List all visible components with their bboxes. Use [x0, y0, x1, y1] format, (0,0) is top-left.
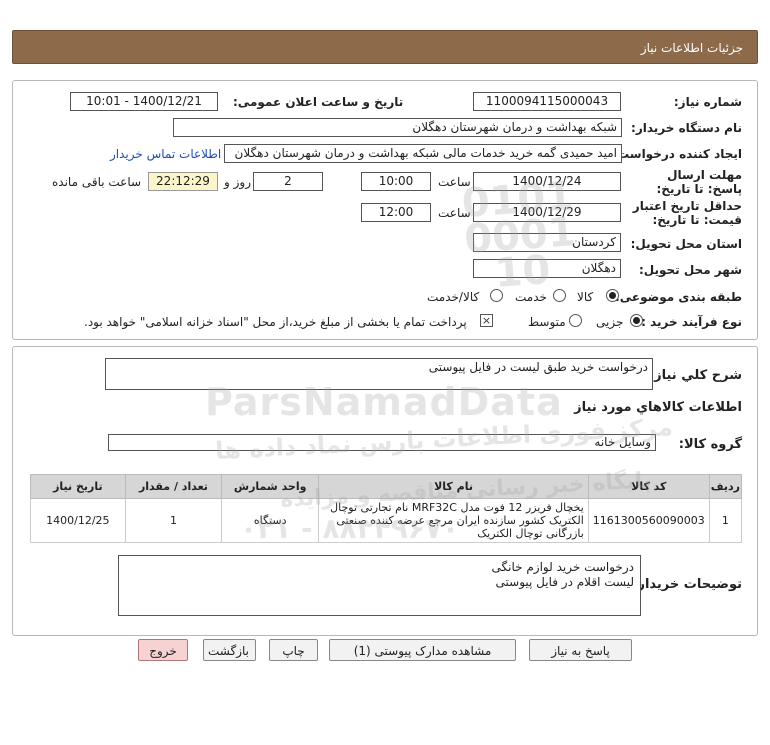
- col-unit: واحد شمارش: [221, 474, 320, 499]
- cell-name: یخچال فریزر 12 فوت مدل MRF32C نام تجارتی…: [318, 498, 589, 543]
- back-button[interactable]: بازگشت: [203, 639, 256, 661]
- reply-date-field: 1400/12/24: [473, 172, 621, 191]
- buyer-org-field: شبکه بهداشت و درمان شهرستان دهگلان: [173, 118, 622, 137]
- days-word: روز و: [224, 175, 251, 189]
- col-name: نام کالا: [318, 474, 589, 499]
- summary-field: درخواست خرید طبق لیست در فایل پیوستی: [105, 358, 653, 390]
- announce-label: تاریخ و ساعت اعلان عمومی:: [233, 95, 404, 109]
- remaining-label: ساعت باقی مانده: [52, 175, 142, 189]
- reply-time-word: ساعت: [438, 175, 471, 189]
- days-field: 2: [253, 172, 323, 191]
- payment-note: پرداخت تمام یا بخشی از مبلغ خرید،از محل …: [84, 315, 467, 329]
- city-field: دهگلان: [473, 259, 621, 278]
- validity-date-field: 1400/12/29: [473, 203, 621, 222]
- group-label: گروه کالا:: [678, 437, 742, 452]
- page-header: جزئیات اطلاعات نیاز: [12, 30, 758, 64]
- need-number-label: شماره نیاز:: [673, 95, 742, 109]
- validity-time-field: 12:00: [361, 203, 431, 222]
- process-label: نوع فرآیند خرید :: [641, 315, 742, 329]
- creator-label: ایجاد کننده درخواست:: [612, 147, 742, 161]
- province-field: کردستان: [473, 233, 621, 252]
- process-medium-label: متوسط: [528, 315, 566, 329]
- announce-field: 1400/12/21 - 10:01: [70, 92, 218, 111]
- col-qty: تعداد / مقدار: [124, 474, 223, 499]
- creator-field: امید حمیدی گمه خرید خدمات مالی شبکه بهدا…: [224, 144, 622, 163]
- goods-info-title: اطلاعات کالاهاي مورد نياز: [574, 400, 742, 415]
- print-button[interactable]: چاپ: [269, 639, 318, 661]
- page-title: جزئیات اطلاعات نیاز: [640, 41, 743, 55]
- cell-qty: 1: [124, 498, 223, 543]
- table-row[interactable]: 1 1161300560090003 یخچال فریزر 12 فوت مد…: [30, 498, 743, 543]
- process-minor-radio[interactable]: [630, 314, 643, 327]
- col-date: تاریخ نیاز: [30, 474, 126, 499]
- remaining-time-field: 22:12:29: [148, 172, 218, 191]
- category-goods-label: کالا: [577, 290, 594, 304]
- category-both-label: کالا/خدمت: [427, 290, 480, 304]
- province-label: استان محل تحویل:: [630, 237, 742, 251]
- validity-label: حداقل تاریخ اعتبار قیمت: تا تاریخ:: [632, 199, 742, 227]
- validity-time-word: ساعت: [438, 206, 471, 220]
- category-both-radio[interactable]: [490, 289, 503, 302]
- category-goods-radio[interactable]: [606, 289, 619, 302]
- table-header-row: ردیف کد کالا نام کالا واحد شمارش تعداد /…: [30, 474, 743, 499]
- group-field: وسایل خانه: [108, 434, 656, 451]
- treasury-checkbox[interactable]: ×: [480, 314, 493, 327]
- process-minor-label: جزیی: [596, 315, 624, 329]
- reply-time-field: 10:00: [361, 172, 431, 191]
- cell-code: 1161300560090003: [587, 498, 710, 543]
- reply-deadline-label: مهلت ارسال پاسخ: تا تاریخ:: [656, 168, 743, 196]
- process-medium-radio[interactable]: [569, 314, 582, 327]
- col-code: کد کالا: [587, 474, 710, 499]
- goods-table: ردیف کد کالا نام کالا واحد شمارش تعداد /…: [30, 474, 743, 543]
- category-service-radio[interactable]: [553, 289, 566, 302]
- notes-label: توضیحات خریدار:: [632, 577, 742, 592]
- cell-date: 1400/12/25: [30, 498, 126, 543]
- city-label: شهر محل تحویل:: [638, 263, 742, 277]
- notes-field: درخواست خرید لوازم خانگی لیست اقلام در ف…: [118, 555, 641, 616]
- summary-label: شرح کلي نياز:: [648, 368, 742, 383]
- category-service-label: خدمت: [515, 290, 547, 304]
- cell-index: 1: [708, 498, 743, 543]
- buyer-contact-link[interactable]: اطلاعات تماس خریدار: [110, 147, 221, 161]
- need-number-field: 1100094115000043: [473, 92, 621, 111]
- view-documents-button[interactable]: مشاهده مدارک پیوستی (1): [329, 639, 516, 661]
- reply-button[interactable]: پاسخ به نیاز: [529, 639, 632, 661]
- buyer-org-label: نام دستگاه خریدار:: [631, 121, 742, 135]
- col-index: ردیف: [708, 474, 743, 499]
- exit-button[interactable]: خروج: [138, 639, 188, 661]
- notes-line-2: لیست اقلام در فایل پیوستی: [495, 575, 634, 589]
- notes-line-1: درخواست خرید لوازم خانگی: [491, 560, 634, 574]
- cell-unit: دستگاه: [221, 498, 320, 543]
- category-label: طبقه بندی موضوعی:: [614, 290, 742, 304]
